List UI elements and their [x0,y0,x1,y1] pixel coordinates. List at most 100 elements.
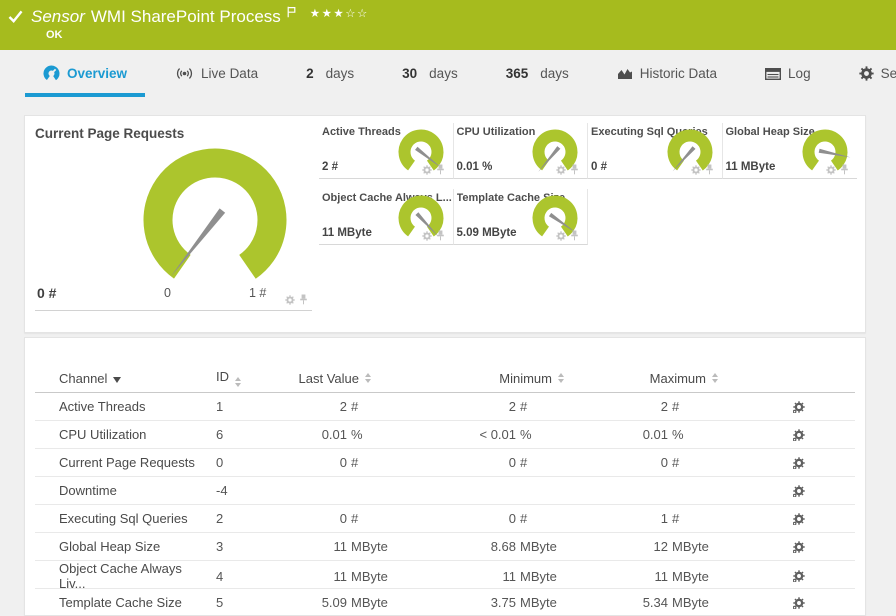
channel-name[interactable]: Global Heap Size [35,539,205,554]
column-header-maximum[interactable]: Maximum [566,371,718,386]
channel-settings-icon[interactable] [793,484,805,497]
tab-label: Overview [67,66,128,81]
channel-settings-icon[interactable] [793,400,805,413]
gauge-tile[interactable]: Global Heap Size 11 MByte [722,123,857,179]
tab-live-data[interactable]: Live Data [157,50,276,97]
status-check-icon [8,10,23,23]
channel-actions [718,570,855,582]
minimum-cell: 0 # [508,511,528,526]
tab-label: days [325,66,355,81]
table-row: Executing Sql Queries 2 0 # 0 # 1 # [35,505,855,533]
channel-actions [718,512,855,525]
column-header-channel[interactable]: Channel [35,371,205,386]
gauge-tile[interactable]: Template Cache Size 5.09 MByte [453,189,588,245]
channel-settings-icon[interactable] [793,456,805,469]
table-row: Active Threads 1 2 # 2 # 2 # [35,393,855,421]
primary-channel-gauge-tile[interactable]: Current Page Requests 0 1 # 0 # [35,124,312,311]
channel-id: 3 [216,539,224,554]
tab-label: Log [788,66,811,81]
channel-settings-icon[interactable] [793,428,805,441]
channel-name[interactable]: Object Cache Always Liv... [35,561,205,591]
column-header-id[interactable]: ID [205,369,295,387]
gauge-tile[interactable]: Active Threads 2 # [319,123,454,179]
tab-settings[interactable]: Settings [841,50,896,97]
pin-icon[interactable] [840,164,849,175]
gear-icon [858,66,874,81]
tab-historic-data[interactable]: Historic Data [599,50,735,97]
small-gauges-grid: Active Threads 2 # CPU Utilization 0.01 … [319,123,857,245]
channel-settings-icon[interactable] [793,596,805,609]
gauge-value: 11 MByte [322,227,372,239]
pin-icon[interactable] [705,164,714,175]
sort-icon [365,373,371,383]
minimum-cell: 11 MByte [502,568,557,584]
gear-icon[interactable] [826,164,836,175]
gauge-value: 11 MByte [725,161,776,173]
channel-name[interactable]: Downtime [35,483,205,498]
priority-stars[interactable]: ★★★☆☆ [310,6,369,20]
gauge-tile[interactable]: CPU Utilization 0.01 % [453,123,588,179]
pin-icon[interactable] [436,230,445,241]
table-body: Active Threads 1 2 # 2 # 2 # CPU Utilizatio… [35,393,855,615]
tab-log[interactable]: Log [747,50,829,97]
gear-icon[interactable] [690,164,701,175]
channel-actions [718,400,855,413]
gauge-icon [43,65,60,82]
gauge-scale-max: 1 # [249,286,267,300]
sensor-header: Sensor WMI SharePoint Process ★★★☆☆ OK [0,0,896,50]
gauge-tools [826,164,849,175]
gear-icon [858,66,874,81]
channel-id: -4 [216,483,228,498]
last-value-cell: 2 # [339,399,359,414]
gear-icon[interactable] [421,230,432,241]
channel-id: 2 [216,511,224,526]
broadcast-icon [175,67,194,80]
maximum-cell: 12 MByte [653,539,709,554]
gauge-tools [285,294,308,305]
gauge-tile[interactable]: Executing Sql Queries 0 # [588,123,723,179]
table-row: CPU Utilization 6 0.01% < 0.01% 0.01% [35,421,855,449]
gear-icon[interactable] [556,164,566,175]
column-header-minimum[interactable]: Minimum [397,371,566,386]
gauge [143,148,287,292]
column-header-last-value[interactable]: Last Value [295,371,397,386]
channel-name[interactable]: Template Cache Size [35,595,205,610]
flag-icon[interactable] [287,6,296,18]
gauge-value: 0.01 % [456,161,493,173]
pin-icon[interactable] [570,164,579,175]
table-row: Template Cache Size 5 5.09 MByte 3.75 MByt… [35,589,855,615]
tab-number: 365 [505,66,529,81]
object-type-label: Sensor [31,7,85,26]
sort-icon [712,373,718,383]
table-header: Channel ID Last Value Minimum Maximum [35,364,855,393]
minimum-cell: < 0.01% [479,427,532,442]
tab-30-days[interactable]: 30 days [384,50,476,97]
table-row: Downtime -4 [35,477,855,505]
pin-icon[interactable] [436,164,445,175]
gear-icon[interactable] [285,294,295,305]
channel-settings-icon[interactable] [793,512,805,525]
channel-settings-icon[interactable] [793,540,805,553]
gauge-tools [556,164,579,175]
channel-actions [718,540,855,553]
maximum-cell: 0.01% [642,427,684,442]
channel-name[interactable]: Active Threads [35,399,205,414]
tab-overview[interactable]: Overview [25,50,145,97]
gauge-tile[interactable]: Object Cache Always L... 11 MByte [319,189,454,245]
pin-icon[interactable] [570,230,579,241]
channel-name[interactable]: Current Page Requests [35,455,205,470]
channel-id: 4 [216,568,224,584]
prtg-sensor-page: Sensor WMI SharePoint Process ★★★☆☆ OK O… [0,0,896,616]
gauge-tools [421,230,445,241]
gear-icon[interactable] [421,164,432,175]
tab-2-days[interactable]: 2 days [288,50,372,97]
channel-settings-icon[interactable] [793,570,805,582]
channel-name[interactable]: Executing Sql Queries [35,511,205,526]
channel-id: 1 [216,399,224,414]
gauge-value: 0 # [591,161,607,173]
channel-name[interactable]: CPU Utilization [35,427,205,442]
gauge-value: 5.09 MByte [456,227,517,239]
tab-365-days[interactable]: 365 days [488,50,587,97]
pin-icon[interactable] [299,294,308,305]
gear-icon[interactable] [556,230,566,241]
